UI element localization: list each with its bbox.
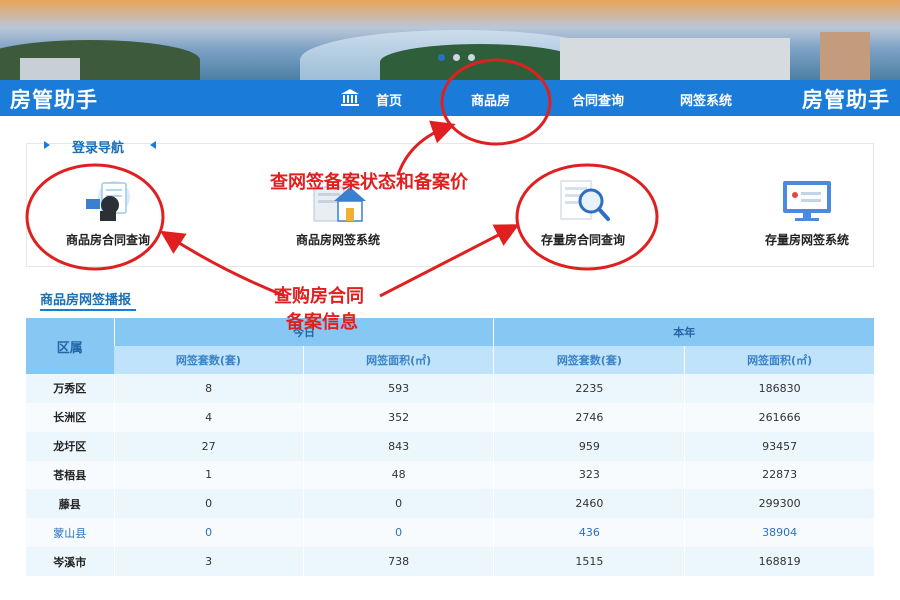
annotation-ellipse — [440, 58, 552, 146]
annotation-arrow — [379, 224, 520, 298]
annotation-bottom-text-1: 查购房合同 — [274, 286, 364, 307]
annotation-arrow — [159, 230, 286, 298]
annotation-top-text: 查网签备案状态和备案价 — [270, 172, 468, 193]
annotation-bottom-text-2: 备案信息 — [286, 312, 358, 333]
annotation-overlay — [25, 58, 659, 298]
annotation-ellipse — [25, 163, 165, 271]
annotation-ellipse — [515, 163, 659, 271]
